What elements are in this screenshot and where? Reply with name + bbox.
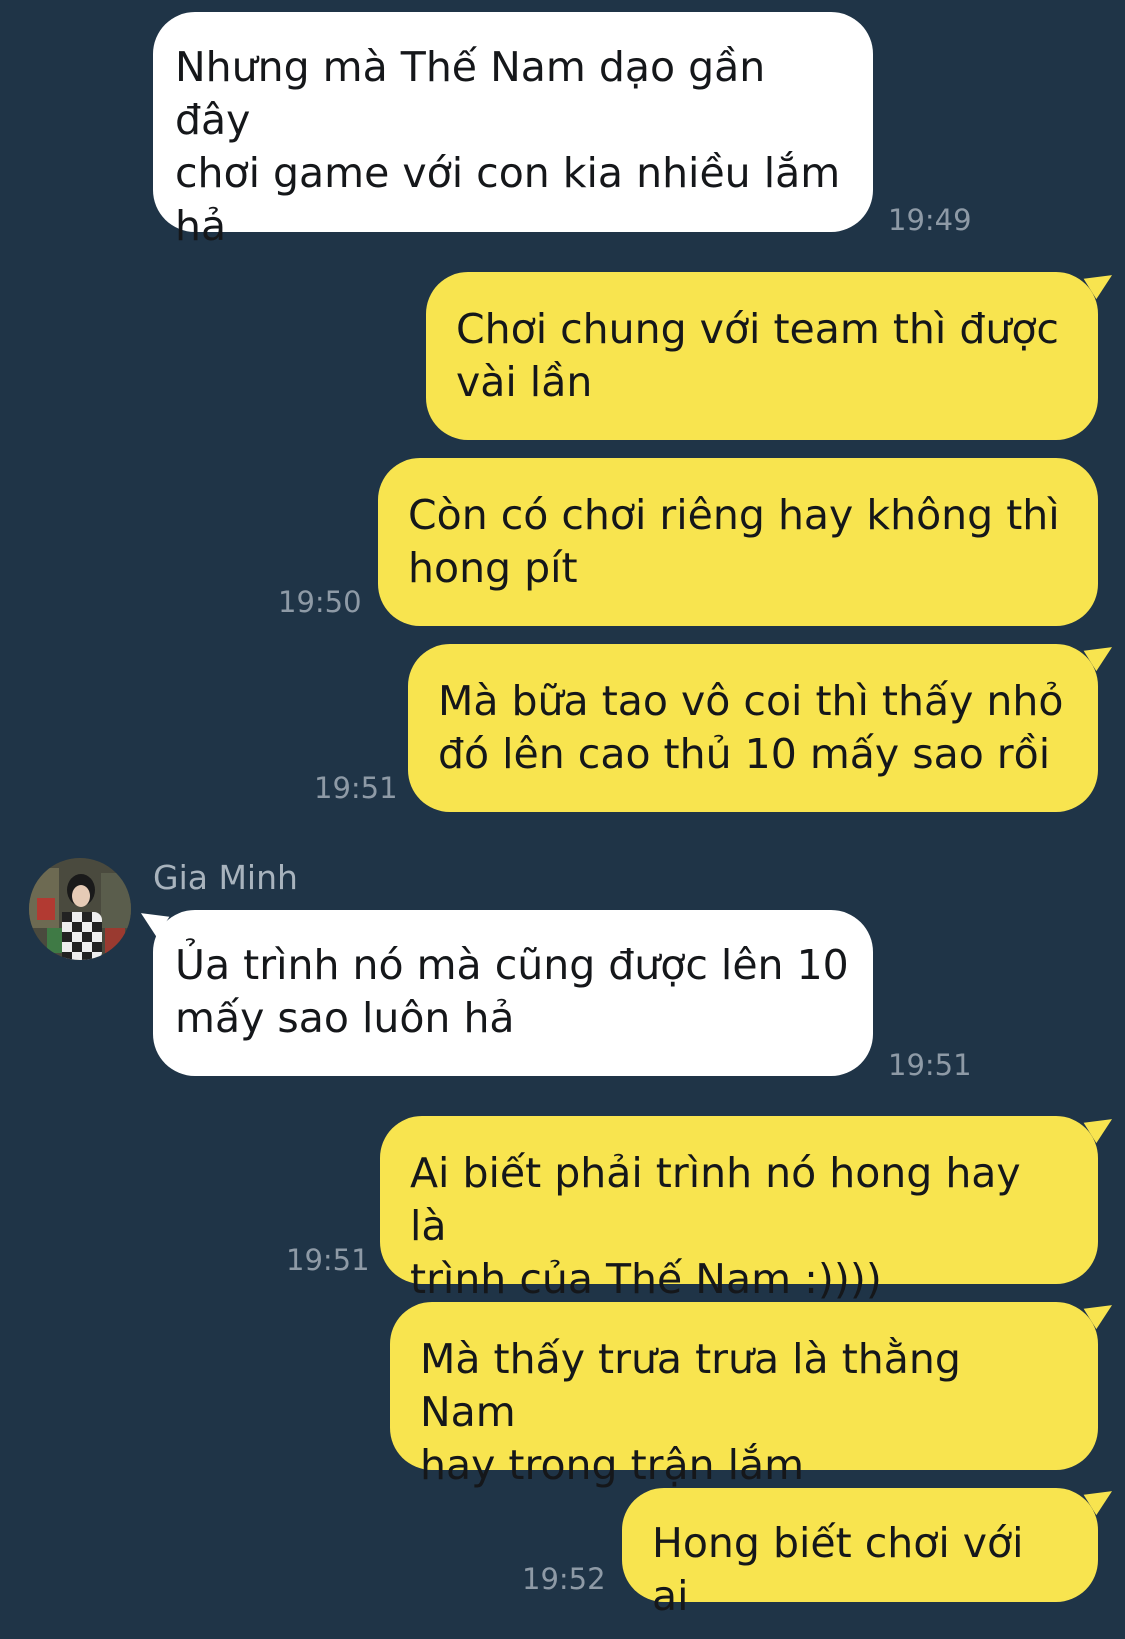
message-bubble-outgoing[interactable]: Hong biết chơi với ai [622,1488,1098,1620]
message-bubble-outgoing[interactable]: Còn có chơi riêng hay không thì hong pít [378,458,1098,626]
message-bubble-outgoing[interactable]: Ai biết phải trình nó hong hay là trình … [380,1116,1098,1303]
contact-avatar[interactable] [29,858,131,960]
message-bubble-incoming[interactable]: Ủa trình nó mà cũng được lên 10 mấy sao … [153,910,873,1076]
message-bubble-outgoing[interactable]: Chơi chung với team thì được vài lần [426,272,1098,440]
message-bubble-outgoing[interactable]: Mà thấy trưa trưa là thằng Nam hay trong… [390,1302,1098,1489]
message-timestamp: 19:51 [314,771,398,805]
message-timestamp: 19:50 [278,585,362,619]
user-photo-avatar-icon [29,858,131,960]
message-timestamp: 19:51 [888,1048,972,1082]
message-bubble-incoming[interactable]: Nhưng mà Thế Nam dạo gần đây chơi game v… [153,12,873,250]
message-timestamp: 19:51 [286,1243,370,1277]
message-timestamp: 19:49 [888,203,972,237]
message-timestamp: 19:52 [522,1562,606,1596]
message-bubble-outgoing[interactable]: Mà bữa tao vô coi thì thấy nhỏ đó lên ca… [408,644,1098,812]
sender-name: Gia Minh [153,858,298,897]
